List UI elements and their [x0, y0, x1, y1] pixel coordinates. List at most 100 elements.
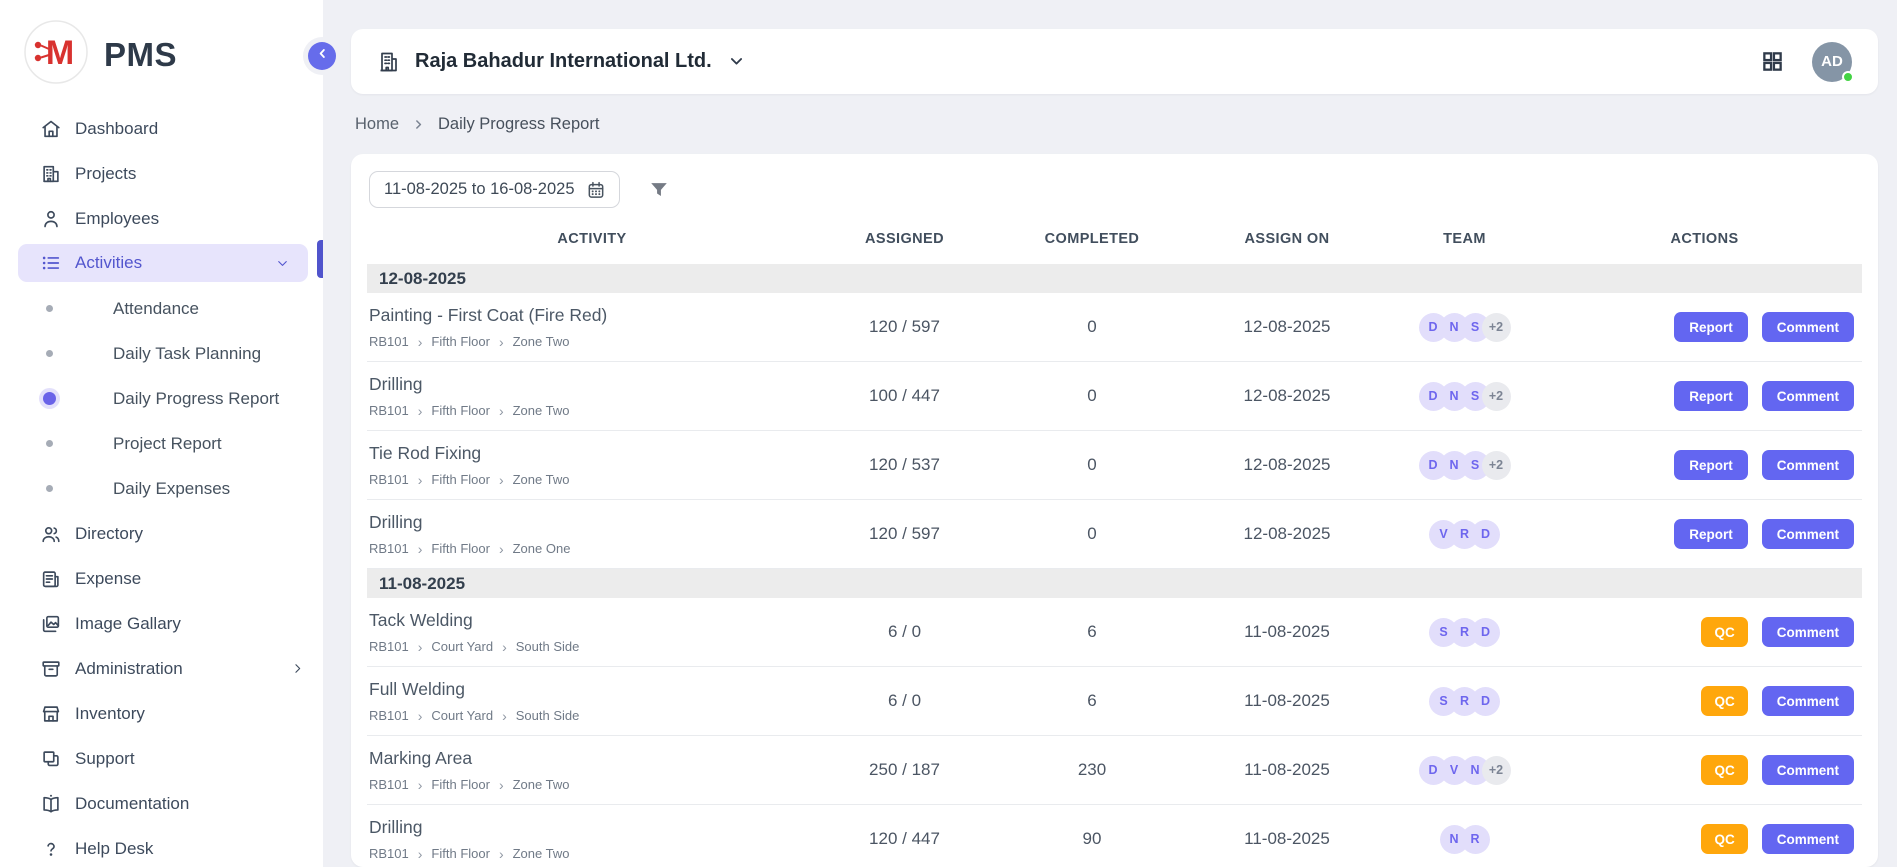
path-separator-icon: ›	[499, 473, 504, 487]
sidebar-subitem-label: Project Report	[113, 434, 222, 454]
team-cell: DNS+2	[1382, 451, 1547, 480]
sidebar-item-label: Employees	[75, 209, 159, 229]
path-segment: RB101	[369, 708, 409, 723]
sidebar-item-employees[interactable]: Employees	[0, 196, 323, 241]
path-separator-icon: ›	[499, 847, 504, 861]
qc-button[interactable]: QC	[1701, 755, 1747, 785]
path-separator-icon: ›	[499, 404, 504, 418]
sidebar-item-directory[interactable]: Directory	[0, 511, 323, 556]
sidebar-item-projects[interactable]: Projects	[0, 151, 323, 196]
qc-button[interactable]: QC	[1701, 617, 1747, 647]
path-separator-icon: ›	[418, 404, 423, 418]
assign-on-value: 12-08-2025	[1192, 386, 1382, 406]
sidebar-item-label: Support	[75, 749, 135, 769]
activity-path: RB101›Fifth Floor›Zone One	[369, 541, 817, 556]
team-avatar: D	[1471, 520, 1500, 549]
sidebar-item-documentation[interactable]: Documentation	[0, 781, 323, 826]
completed-value: 90	[992, 829, 1192, 849]
report-button[interactable]: Report	[1674, 519, 1748, 549]
comment-button[interactable]: Comment	[1762, 755, 1854, 785]
team-avatar: D	[1471, 618, 1500, 647]
sidebar-item-activities[interactable]: Activities	[18, 244, 308, 282]
date-range-input[interactable]: 11-08-2025 to 16-08-2025	[369, 171, 620, 208]
activity-title: Tie Rod Fixing	[369, 443, 817, 464]
sidebar-item-help-desk[interactable]: Help Desk	[0, 826, 323, 867]
path-separator-icon: ›	[499, 542, 504, 556]
sidebar-subitem-project-report[interactable]: Project Report	[0, 421, 323, 466]
column-header-actions: ACTIONS	[1547, 231, 1862, 247]
path-segment: Zone Two	[513, 334, 570, 349]
path-separator-icon: ›	[499, 778, 504, 792]
column-header-assign-on: ASSIGN ON	[1192, 231, 1382, 247]
sidebar-collapse-button[interactable]	[308, 42, 336, 70]
comment-button[interactable]: Comment	[1762, 312, 1854, 342]
path-separator-icon: ›	[418, 847, 423, 861]
path-segment: Zone One	[513, 541, 571, 556]
assigned-value: 250 / 187	[817, 760, 992, 780]
team-cell: VRD	[1382, 520, 1547, 549]
bullet-dot-icon	[46, 485, 53, 492]
completed-value: 0	[992, 455, 1192, 475]
user-avatar[interactable]: AD	[1812, 42, 1852, 82]
company-selector[interactable]: Raja Bahadur International Ltd.	[377, 50, 745, 74]
team-cell: SRD	[1382, 687, 1547, 716]
activity-title: Drilling	[369, 817, 817, 838]
activities-icon	[40, 252, 62, 274]
sidebar-item-support[interactable]: Support	[0, 736, 323, 781]
path-separator-icon: ›	[418, 640, 423, 654]
sidebar-item-dashboard[interactable]: Dashboard	[0, 106, 323, 151]
chevron-down-icon	[275, 256, 290, 271]
apps-grid-icon[interactable]	[1761, 50, 1784, 73]
completed-value: 6	[992, 622, 1192, 642]
chevron-down-icon	[728, 53, 745, 70]
comment-button[interactable]: Comment	[1762, 450, 1854, 480]
path-segment: Zone Two	[513, 777, 570, 792]
table-row: Full WeldingRB101›Court Yard›South Side6…	[367, 667, 1862, 736]
table-row: DrillingRB101›Fifth Floor›Zone Two100 / …	[367, 362, 1862, 431]
actions-cell: QC Comment	[1547, 755, 1862, 785]
path-separator-icon: ›	[418, 709, 423, 723]
assigned-value: 6 / 0	[817, 691, 992, 711]
sidebar-item-administration[interactable]: Administration	[0, 646, 323, 691]
sidebar-subitem-daily-progress-report[interactable]: Daily Progress Report	[0, 376, 323, 421]
bullet-dot-icon	[46, 350, 53, 357]
activity-cell: DrillingRB101›Fifth Floor›Zone Two	[367, 374, 817, 418]
calendar-icon	[586, 180, 606, 200]
sidebar-subitem-label: Daily Expenses	[113, 479, 230, 499]
report-button[interactable]: Report	[1674, 381, 1748, 411]
breadcrumb-home[interactable]: Home	[355, 115, 399, 134]
filter-funnel-icon[interactable]	[648, 179, 670, 201]
comment-button[interactable]: Comment	[1762, 519, 1854, 549]
column-header-assigned: ASSIGNED	[817, 231, 992, 247]
sidebar-item-inventory[interactable]: Inventory	[0, 691, 323, 736]
comment-button[interactable]: Comment	[1762, 686, 1854, 716]
sidebar-subitem-daily-task-planning[interactable]: Daily Task Planning	[0, 331, 323, 376]
sidebar-subitem-attendance[interactable]: Attendance	[0, 286, 323, 331]
team-extra-badge: +2	[1482, 313, 1511, 342]
comment-button[interactable]: Comment	[1762, 824, 1854, 854]
table-row: Tack WeldingRB101›Court Yard›South Side6…	[367, 598, 1862, 667]
sidebar-item-expense[interactable]: Expense	[0, 556, 323, 601]
report-card: 11-08-2025 to 16-08-2025 ACTIVITYASSIGNE…	[351, 154, 1878, 867]
activity-title: Tack Welding	[369, 610, 817, 631]
sidebar-subitem-daily-expenses[interactable]: Daily Expenses	[0, 466, 323, 511]
path-segment: RB101	[369, 334, 409, 349]
comment-button[interactable]: Comment	[1762, 381, 1854, 411]
table-row: Tie Rod FixingRB101›Fifth Floor›Zone Two…	[367, 431, 1862, 500]
activity-cell: Tie Rod FixingRB101›Fifth Floor›Zone Two	[367, 443, 817, 487]
team-extra-badge: +2	[1482, 382, 1511, 411]
sidebar-item-label: Directory	[75, 524, 143, 544]
report-button[interactable]: Report	[1674, 450, 1748, 480]
qc-button[interactable]: QC	[1701, 824, 1747, 854]
activity-title: Full Welding	[369, 679, 817, 700]
comment-button[interactable]: Comment	[1762, 617, 1854, 647]
path-separator-icon: ›	[418, 473, 423, 487]
bullet-icon	[40, 485, 58, 492]
path-segment: Fifth Floor	[431, 777, 490, 792]
group-date-band: 12-08-2025	[367, 264, 1862, 293]
report-button[interactable]: Report	[1674, 312, 1748, 342]
sidebar-item-image-gallary[interactable]: Image Gallary	[0, 601, 323, 646]
qc-button[interactable]: QC	[1701, 686, 1747, 716]
assigned-value: 120 / 537	[817, 455, 992, 475]
completed-value: 0	[992, 386, 1192, 406]
